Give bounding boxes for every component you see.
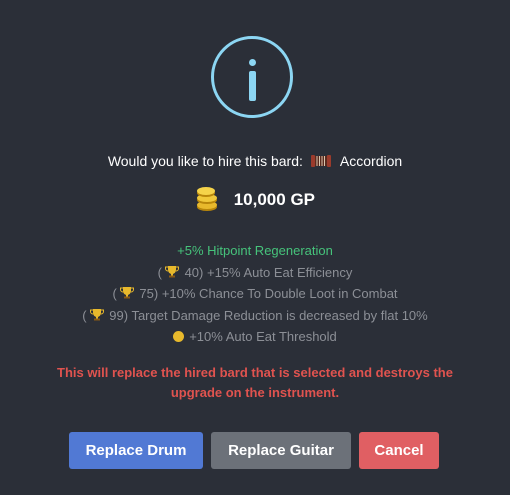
- gp-coins-icon: [196, 187, 217, 211]
- modifier-primary: +5% Hitpoint Regeneration: [177, 243, 333, 258]
- hire-bard-dialog: Would you like to hire this bard: Accord…: [0, 0, 510, 495]
- modifier-tier-2: ( 75) +10% Chance To Double Loot in Comb…: [112, 286, 398, 301]
- bard-name: Accordion: [339, 153, 403, 169]
- cancel-button[interactable]: Cancel: [359, 432, 439, 469]
- replace-drum-button[interactable]: Replace Drum: [69, 432, 203, 469]
- trophy-icon: [164, 265, 179, 277]
- gp-icon: [173, 331, 185, 342]
- question-text: Would you like to hire this bard:: [107, 153, 303, 169]
- bard-modifiers: +5% Hitpoint Regeneration ( 40) +15% Aut…: [0, 240, 510, 348]
- trophy-icon: [89, 308, 104, 320]
- cost-amount: 10,000 GP: [233, 190, 315, 209]
- replace-warning: This will replace the hired bard that is…: [57, 365, 453, 400]
- hire-question: Would you like to hire this bard: Accord…: [0, 153, 510, 169]
- hire-cost: 10,000 GP: [0, 186, 510, 212]
- info-icon: [211, 36, 293, 118]
- modifier-tier-4: +10% Auto Eat Threshold: [0, 326, 510, 348]
- trophy-icon: [119, 287, 134, 299]
- modifier-tier-3: ( 99) Target Damage Reduction is decreas…: [82, 307, 428, 323]
- accordion-icon: [310, 155, 331, 167]
- modifier-tier-1: ( 40) +15% Auto Eat Efficiency: [157, 264, 353, 280]
- replace-guitar-button[interactable]: Replace Guitar: [211, 432, 351, 469]
